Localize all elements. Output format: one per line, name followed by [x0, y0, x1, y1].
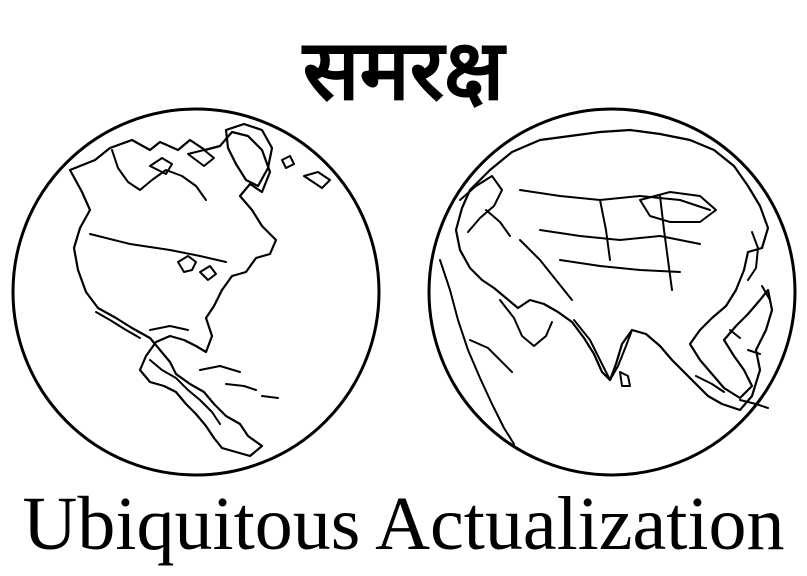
eastern-hemisphere-globe-icon: [427, 107, 797, 477]
western-hemisphere-globe-icon: [11, 107, 381, 477]
logo-tagline: Ubiquitous Actualization: [22, 482, 785, 566]
